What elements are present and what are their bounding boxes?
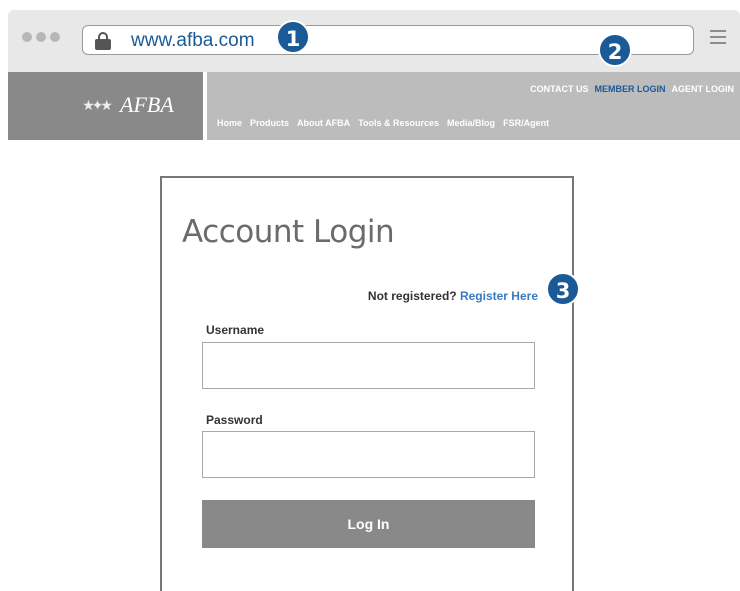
nav-link-fsr-agent[interactable]: FSR/Agent <box>503 118 549 128</box>
main-nav: Home Products About AFBA Tools & Resourc… <box>217 118 549 128</box>
nav-link-products[interactable]: Products <box>250 118 289 128</box>
site-nav: CONTACT US MEMBER LOGIN AGENT LOGIN Home… <box>207 72 740 140</box>
utility-nav: CONTACT US MEMBER LOGIN AGENT LOGIN <box>530 84 734 94</box>
window-controls[interactable] <box>22 32 60 42</box>
nav-link-home[interactable]: Home <box>217 118 242 128</box>
lock-icon <box>95 32 111 50</box>
afba-logo[interactable]: ★✦★ AFBA <box>76 92 174 118</box>
nav-link-contact-us[interactable]: CONTACT US <box>530 84 588 94</box>
username-field[interactable] <box>202 342 535 389</box>
password-field[interactable] <box>202 431 535 478</box>
nav-link-about[interactable]: About AFBA <box>297 118 350 128</box>
callout-badge-3: 3 <box>546 272 580 306</box>
window-dot-icon[interactable] <box>22 32 32 42</box>
login-button[interactable]: Log In <box>202 500 535 548</box>
username-label: Username <box>206 323 265 337</box>
url-text[interactable]: www.afba.com <box>131 30 255 52</box>
not-registered-text: Not registered? <box>367 289 457 303</box>
nav-link-tools[interactable]: Tools & Resources <box>358 118 439 128</box>
nav-link-media-blog[interactable]: Media/Blog <box>447 118 495 128</box>
register-prompt: Not registered? Register Here <box>368 289 538 303</box>
window-dot-icon[interactable] <box>36 32 46 42</box>
nav-link-agent-login[interactable]: AGENT LOGIN <box>672 84 735 94</box>
page-title: Account Login <box>182 214 395 250</box>
nav-link-member-login[interactable]: MEMBER LOGIN <box>595 84 666 94</box>
site-logo-area[interactable]: ★✦★ AFBA <box>8 72 203 140</box>
window-dot-icon[interactable] <box>50 32 60 42</box>
hamburger-menu-icon[interactable] <box>710 30 726 48</box>
password-label: Password <box>206 413 263 427</box>
register-link[interactable]: Register Here <box>460 289 538 303</box>
browser-chrome: www.afba.com <box>8 10 740 72</box>
logo-text: AFBA <box>120 92 174 117</box>
logo-emblem-icon: ★✦★ <box>82 97 113 113</box>
login-card: Account Login Not registered? Register H… <box>160 176 574 591</box>
callout-badge-2: 2 <box>598 33 632 67</box>
callout-badge-1: 1 <box>276 20 310 54</box>
